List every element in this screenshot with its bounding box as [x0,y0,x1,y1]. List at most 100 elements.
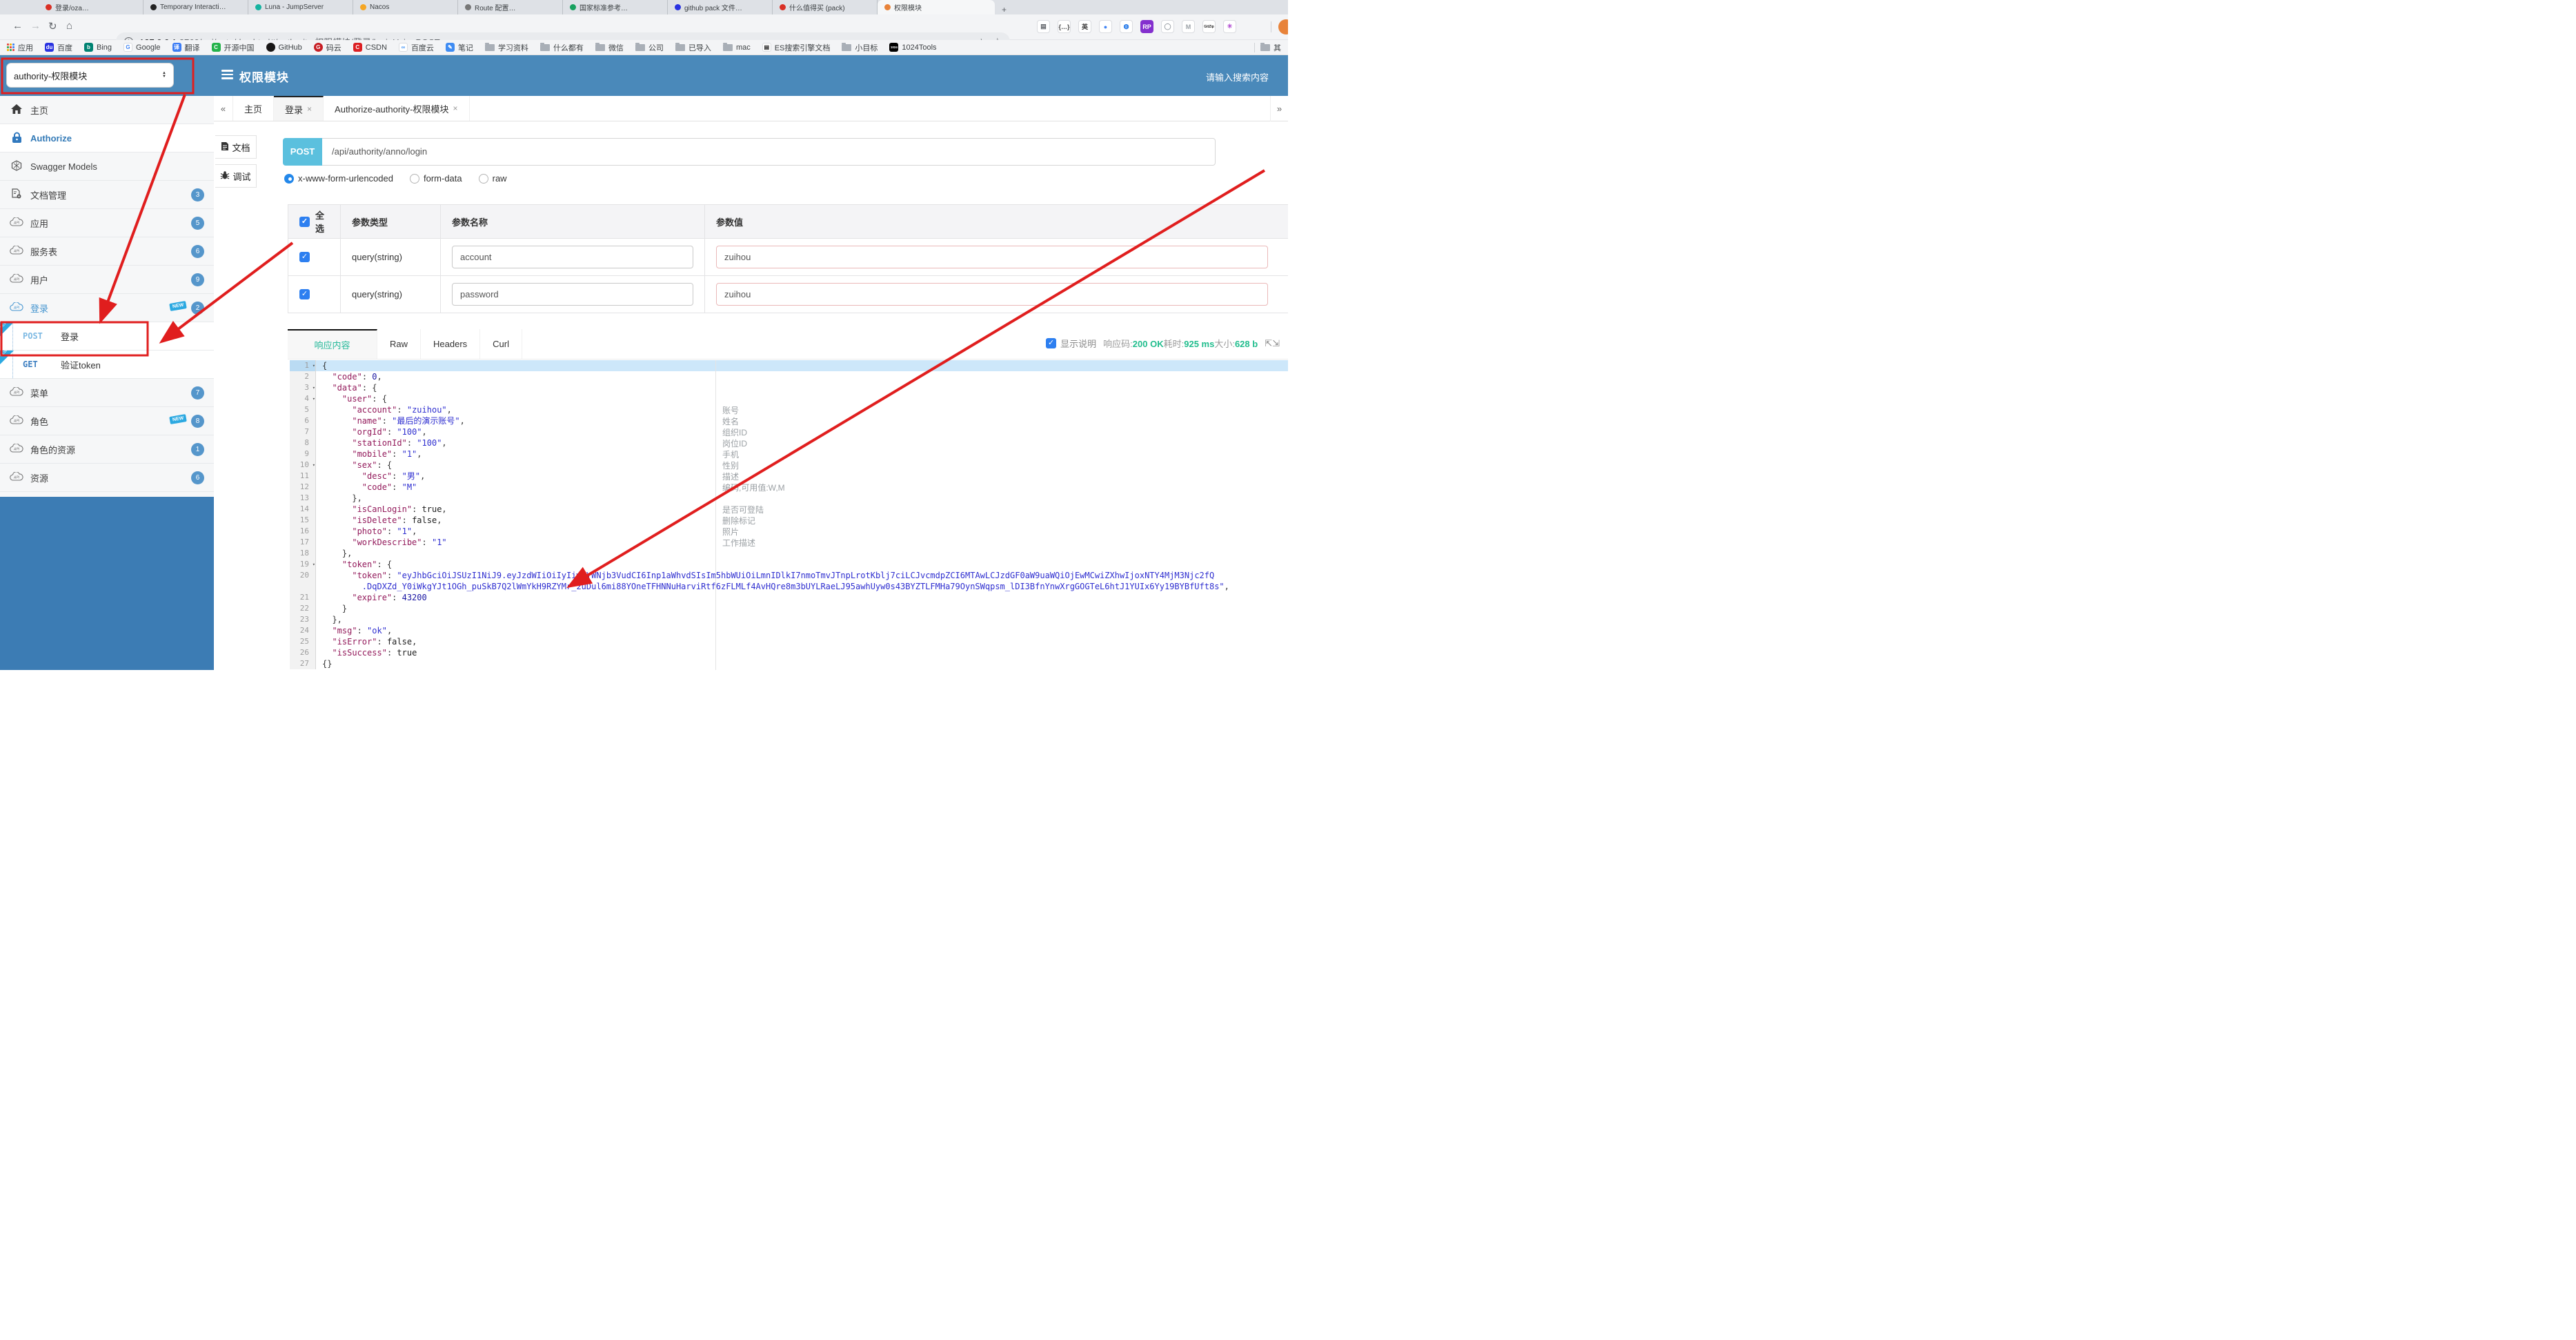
browser-tab[interactable]: Temporary Interacti… [143,0,248,14]
browser-tab[interactable]: Nacos [353,0,458,14]
close-tab-icon[interactable]: × [307,104,312,114]
response-tab-Raw[interactable]: Raw [377,329,422,359]
browser-tab[interactable]: Luna - JumpServer [248,0,353,14]
checkbox-icon[interactable]: ✓ [299,252,310,262]
home-icon[interactable]: ⌂ [66,20,72,32]
m-chevron-icon[interactable]: M [1182,20,1195,33]
browser-tab[interactable]: Route 配置… [458,0,563,14]
close-tab-icon[interactable]: × [453,104,458,113]
bookmark-item[interactable]: C CSDN [353,43,387,52]
globe-icon[interactable]: ◍ [1120,20,1133,33]
new-tab-button[interactable]: + [995,5,1013,14]
response-tab-Curl[interactable]: Curl [480,329,522,359]
token: }, [352,493,362,503]
bookmark-item[interactable]: mac [722,42,751,52]
sidebar-item-用户[interactable]: API 用户 9 [0,266,214,294]
radio-icon[interactable] [478,173,488,184]
braces-icon[interactable]: {…} [1058,20,1071,33]
reader-icon[interactable]: ▤ [1037,20,1050,33]
param-name-input[interactable]: password [452,283,693,306]
content-type-option[interactable]: form-data [409,173,462,184]
en-translate-icon[interactable]: 英 [1078,20,1091,33]
bookmark-item[interactable]: 公司 [635,42,664,53]
side-tab-文档[interactable]: 文档 [215,135,257,159]
workspace-tab-Authorize-authority-权限模块[interactable]: Authorize-authority-权限模块 × [324,96,470,121]
sidebar-item-资源[interactable]: API 资源 6 [0,464,214,492]
bookmark-item[interactable]: G Google [123,43,161,52]
ring-icon[interactable]: ◯ [1161,20,1174,33]
checkbox-icon[interactable]: ✓ [1046,338,1057,348]
fold-caret-icon[interactable]: ▾ [313,360,315,371]
sidebar-item-登录[interactable]: API 登录 NEW 2 [0,294,214,322]
collapse-left-button[interactable]: « [214,96,233,121]
workspace-tab-主页[interactable]: 主页 [233,96,275,121]
gitzip-icon[interactable]: GitZip [1202,20,1216,33]
bookmark-item[interactable]: b Bing [84,43,112,52]
forward-icon[interactable]: → [30,20,41,32]
radio-icon[interactable] [284,173,294,184]
sidebar-item-Authorize[interactable]: Authorize [0,124,214,152]
checkbox-icon[interactable]: ✓ [299,216,310,227]
bookmark-item[interactable]: du 百度 [45,42,72,53]
bookmark-item[interactable]: C 开源中国 [211,42,255,53]
sidebar-item-菜单[interactable]: API 菜单 7 [0,379,214,407]
bookmark-item[interactable]: G 码云 [313,42,341,53]
browser-tab[interactable]: github pack 文件… [668,0,773,14]
sidebar-item-get-验证token[interactable]: NEW GET 验证token [0,348,214,379]
module-select[interactable]: authority-权限模块 ▲ ▼ [6,63,174,88]
sidebar-item-post-登录[interactable]: NEW POST 登录 [0,320,214,351]
reload-icon[interactable]: ↻ [48,20,57,32]
browser-tab[interactable]: 国家标准参考… [563,0,668,14]
sidebar-item-角色的资源[interactable]: API 角色的资源 1 [0,435,214,464]
header-search-placeholder[interactable]: 请输入搜索内容 [1206,70,1269,83]
back-icon[interactable]: ← [12,20,23,32]
fold-caret-icon[interactable]: ▾ [313,559,315,570]
avatar[interactable] [1278,19,1288,35]
sidebar-item-Swagger Models[interactable]: Swagger Models [0,152,214,181]
bookmark-item[interactable]: ▤ ES搜索引擎文档 [762,42,830,53]
sidebar-item-服务表[interactable]: API 服务表 6 [0,237,214,266]
bookmark-item[interactable]: 小目标 [842,42,878,53]
menu-toggle-icon[interactable] [221,70,233,81]
bookmark-item[interactable]: 什么都有 [539,42,584,53]
radio-icon[interactable] [409,173,419,184]
fold-caret-icon[interactable]: ▾ [313,382,315,393]
sidebar-item-主页[interactable]: 主页 [0,96,214,124]
bookmark-item[interactable]: ∞ 百度云 [398,42,434,53]
bookmark-item[interactable]: 译翻译 [172,42,200,53]
response-json-editor[interactable]: 1 ▾{2 "code": 0, 3 ▾ "data": {4 ▾ "user": {5… [290,360,1288,670]
request-path-field[interactable]: /api/authority/anno/login [322,138,1216,166]
sidebar-item-文档管理[interactable]: 文档管理 3 [0,181,214,209]
spark-icon[interactable]: ✳ [1223,20,1236,33]
response-tab-Headers[interactable]: Headers [421,329,481,359]
bookmark-item[interactable]: 学习资料 [484,42,528,53]
content-type-option[interactable]: raw [478,173,507,184]
show-description-toggle[interactable]: ✓ 显示说明 [1046,337,1096,350]
bookmark-item[interactable]: ✎ 笔记 [445,42,473,53]
side-tab-调试[interactable]: 调试 [215,164,257,188]
bookmark-item[interactable]: GitHub [266,43,302,52]
fold-caret-icon[interactable]: ▾ [313,393,315,404]
fold-caret-icon[interactable]: ▾ [313,460,315,471]
param-value-input[interactable]: zuihou [716,246,1268,268]
bookmark-item[interactable]: 应用 [7,42,33,53]
bookmark-item[interactable]: 1024 1024Tools [889,43,937,52]
expand-icon[interactable]: ⇱⇲ [1265,338,1280,349]
bookmark-item[interactable]: 已导入 [675,42,711,53]
workspace-tab-登录[interactable]: 登录 × [274,96,324,121]
browser-tab[interactable]: 权限模块 [878,0,995,14]
response-tab-响应内容[interactable]: 响应内容 [288,329,377,359]
browser-tab[interactable]: 登录/oza… [39,0,143,14]
sidebar-item-角色[interactable]: API 角色 NEW 8 [0,407,214,435]
other-bookmarks-folder[interactable]: 其 [1260,42,1281,53]
param-value-input[interactable]: zuihou [716,283,1268,306]
content-type-option[interactable]: x-www-form-urlencoded [284,173,393,184]
chrome-icon[interactable]: ● [1099,20,1112,33]
rp-icon[interactable]: RP [1140,20,1153,33]
bookmark-item[interactable]: 微信 [595,42,624,53]
browser-tab[interactable]: 什么值得买 (pack) [773,0,878,14]
param-name-input[interactable]: account [452,246,693,268]
collapse-right-button[interactable]: » [1270,96,1288,121]
sidebar-item-应用[interactable]: API 应用 5 [0,209,214,237]
checkbox-icon[interactable]: ✓ [299,289,310,299]
